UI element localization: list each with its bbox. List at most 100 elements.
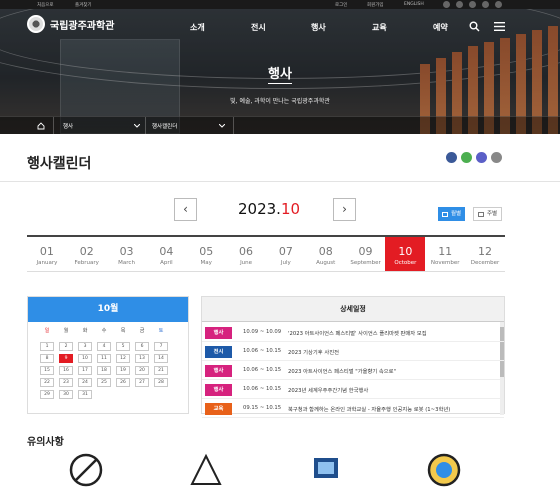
nav-item-reservation[interactable]: 예약 bbox=[433, 22, 448, 33]
site-logo[interactable]: 국립광주과학관 bbox=[27, 15, 114, 33]
nav-item-education[interactable]: 교육 bbox=[372, 22, 387, 33]
calendar-day[interactable]: 10 bbox=[78, 354, 92, 363]
schedule-title[interactable]: 2023 아트사이언스 페스티벌 "가을향기 속으로" bbox=[288, 367, 396, 375]
badge-icon bbox=[427, 453, 461, 487]
join-link[interactable]: 회원가입 bbox=[367, 2, 384, 8]
calendar-day[interactable]: 6 bbox=[135, 342, 149, 351]
youtube-icon[interactable] bbox=[482, 1, 489, 8]
print-icon[interactable] bbox=[491, 152, 502, 163]
menu-icon[interactable] bbox=[494, 22, 505, 31]
month-tab-06[interactable]: 06 June bbox=[226, 237, 266, 271]
calendar-day[interactable]: 15 bbox=[40, 366, 54, 375]
prev-month-button[interactable]: ‹ bbox=[174, 198, 197, 221]
calendar-day[interactable]: 5 bbox=[116, 342, 130, 351]
breadcrumb-level1[interactable]: 행사 bbox=[63, 122, 73, 130]
month-tab-10[interactable]: 10 October bbox=[385, 237, 426, 271]
calendar-day[interactable]: 14 bbox=[154, 354, 168, 363]
english-link[interactable]: ENGLISH bbox=[404, 2, 424, 7]
mini-calendar: 10월 일 월 화 수 목 금 토 1 2 3 4 5 6 7 8 9 10 11 12 13 14 15 16 17 18 19… bbox=[27, 296, 189, 414]
month-tab-03[interactable]: 03 March bbox=[107, 237, 147, 271]
schedule-row[interactable]: 교육 09.15 ~ 10.15 북구청과 함께하는 온라인 과학교실 - 자율주행… bbox=[202, 400, 504, 418]
calendar-day[interactable]: 13 bbox=[135, 354, 149, 363]
calendar-day[interactable]: 16 bbox=[59, 366, 73, 375]
month-english: February bbox=[74, 260, 99, 266]
calendar-day[interactable]: 1 bbox=[40, 342, 54, 351]
month-tab-07[interactable]: 07 July bbox=[266, 237, 306, 271]
divider bbox=[0, 181, 560, 182]
calendar-day[interactable]: 28 bbox=[154, 378, 168, 387]
hero-subtitle: 빛, 예술, 과학이 만나는 국립광주과학관 bbox=[230, 98, 330, 105]
home-link[interactable]: 처음으로 bbox=[37, 2, 54, 8]
calendar-day[interactable]: 9 bbox=[59, 354, 73, 363]
share-location-icon[interactable] bbox=[476, 152, 487, 163]
calendar-day[interactable]: 18 bbox=[97, 366, 111, 375]
calendar-day[interactable]: 4 bbox=[97, 342, 111, 351]
month-tab-01[interactable]: 01 January bbox=[27, 237, 67, 271]
calendar-day[interactable]: 31 bbox=[78, 390, 92, 399]
weekday-label: 화 bbox=[82, 328, 88, 334]
home-icon[interactable] bbox=[37, 122, 45, 130]
calendar-day[interactable]: 22 bbox=[40, 378, 54, 387]
schedule-title[interactable]: '2023 아트사이언스 페스티벌' 사이언스 플리마켓 판매자 모집 bbox=[288, 329, 427, 337]
calendar-day[interactable]: 11 bbox=[97, 354, 111, 363]
schedule-title[interactable]: 2023 기상기후 사진전 bbox=[288, 348, 339, 356]
month-tab-09[interactable]: 09 September bbox=[346, 237, 386, 271]
calendar-day[interactable]: 26 bbox=[116, 378, 130, 387]
current-period: 2023.10 bbox=[238, 200, 300, 218]
view-monthly-button[interactable]: 월별 bbox=[438, 207, 466, 221]
month-tab-12[interactable]: 12 December bbox=[465, 237, 505, 271]
view-weekly-button[interactable]: 주별 bbox=[473, 207, 503, 221]
nav-item-about[interactable]: 소개 bbox=[190, 22, 205, 33]
kakao-icon[interactable] bbox=[495, 1, 502, 8]
nav-item-exhibition[interactable]: 전시 bbox=[251, 22, 266, 33]
calendar-day[interactable]: 24 bbox=[78, 378, 92, 387]
favorite-link[interactable]: 즐겨찾기 bbox=[75, 2, 92, 8]
facebook-icon[interactable] bbox=[443, 1, 450, 8]
schedule-title[interactable]: 북구청과 함께하는 온라인 과학교실 - 자율주행 인공지능 로봇 (1~3학년… bbox=[288, 405, 450, 413]
month-tab-11[interactable]: 11 November bbox=[425, 237, 465, 271]
current-month: 10 bbox=[280, 200, 301, 218]
calendar-day[interactable]: 21 bbox=[154, 366, 168, 375]
month-tab-05[interactable]: 05 May bbox=[186, 237, 226, 271]
calendar-day[interactable]: 29 bbox=[40, 390, 54, 399]
calendar-day[interactable]: 23 bbox=[59, 378, 73, 387]
calendar-day[interactable]: 2 bbox=[59, 342, 73, 351]
chevron-down-icon[interactable] bbox=[134, 124, 140, 128]
calendar-day[interactable]: 8 bbox=[40, 354, 54, 363]
calendar-day[interactable]: 3 bbox=[78, 342, 92, 351]
share-line-icon[interactable] bbox=[461, 152, 472, 163]
blog-icon[interactable] bbox=[456, 1, 463, 8]
month-number: 09 bbox=[358, 245, 373, 258]
chevron-down-icon[interactable] bbox=[219, 124, 225, 128]
month-english: April bbox=[160, 260, 173, 266]
current-year: 2023. bbox=[238, 200, 281, 218]
calendar-day[interactable]: 25 bbox=[97, 378, 111, 387]
calendar-day[interactable]: 30 bbox=[59, 390, 73, 399]
schedule-row[interactable]: 행사 10.06 ~ 10.15 2023년 세계우주주간기념 한국행사 bbox=[202, 381, 504, 399]
logo-emblem-icon bbox=[27, 15, 45, 33]
category-badge: 전시 bbox=[205, 346, 232, 358]
calendar-day[interactable]: 20 bbox=[135, 366, 149, 375]
month-tab-04[interactable]: 04 April bbox=[146, 237, 186, 271]
month-tab-08[interactable]: 08 August bbox=[306, 237, 346, 271]
schedule-row[interactable]: 전시 10.06 ~ 10.15 2023 기상기후 사진전 bbox=[202, 343, 504, 361]
calendar-day[interactable]: 27 bbox=[135, 378, 149, 387]
calendar-day[interactable]: 7 bbox=[154, 342, 168, 351]
login-link[interactable]: 로그인 bbox=[335, 2, 347, 8]
schedule-row[interactable]: 행사 10.09 ~ 10.09 '2023 아트사이언스 페스티벌' 사이언스 플… bbox=[202, 324, 504, 342]
schedule-title[interactable]: 2023년 세계우주주간기념 한국행사 bbox=[288, 386, 368, 394]
calendar-day[interactable]: 19 bbox=[116, 366, 130, 375]
month-tab-02[interactable]: 02 February bbox=[67, 237, 107, 271]
calendar-day[interactable]: 12 bbox=[116, 354, 130, 363]
breadcrumb-level2[interactable]: 행사캘린더 bbox=[152, 122, 177, 130]
instagram-icon[interactable] bbox=[469, 1, 476, 8]
search-icon[interactable] bbox=[469, 21, 480, 32]
calendar-day[interactable]: 17 bbox=[78, 366, 92, 375]
nav-item-events[interactable]: 행사 bbox=[311, 22, 326, 33]
category-badge: 행사 bbox=[205, 365, 232, 377]
schedule-date: 10.06 ~ 10.15 bbox=[243, 367, 282, 373]
schedule-detail: 상세일정 행사 10.09 ~ 10.09 '2023 아트사이언스 페스티벌' 사… bbox=[201, 296, 505, 418]
next-month-button[interactable]: › bbox=[333, 198, 356, 221]
share-facebook-icon[interactable] bbox=[446, 152, 457, 163]
schedule-row[interactable]: 행사 10.06 ~ 10.15 2023 아트사이언스 페스티벌 "가을향기 속으… bbox=[202, 362, 504, 380]
